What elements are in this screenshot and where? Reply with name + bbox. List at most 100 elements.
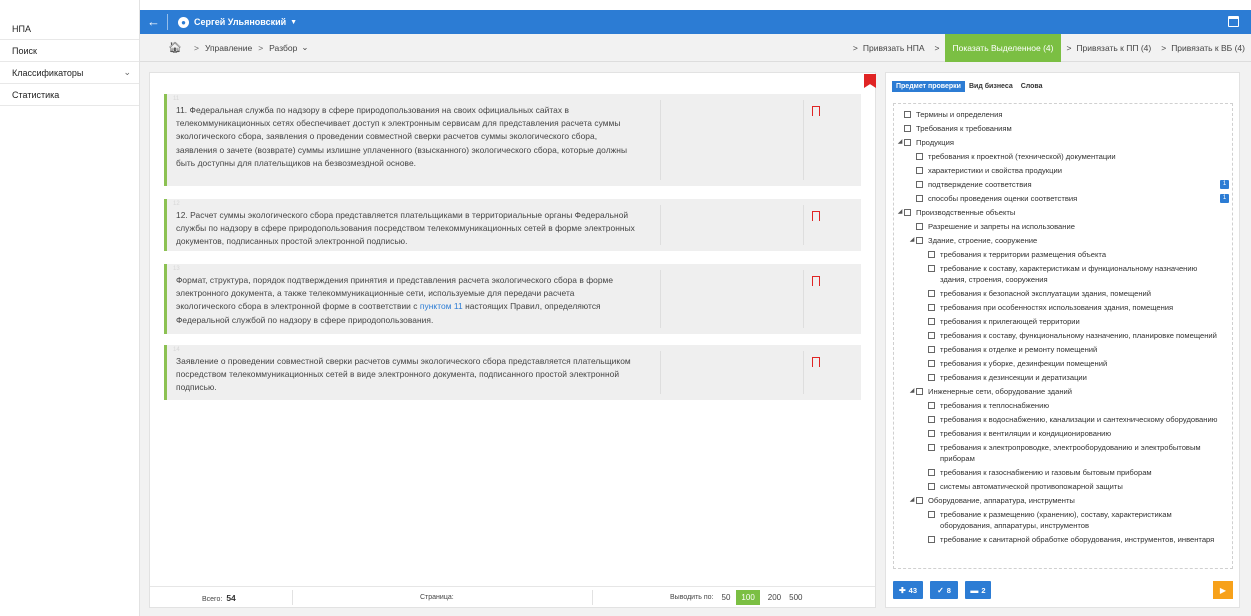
tree-node[interactable]: способы проведения оценки соответствия 1 (894, 192, 1232, 206)
play-icon[interactable]: ▶ (1213, 581, 1233, 599)
tree-node[interactable]: требования к теплоснабжению (894, 399, 1232, 413)
paragraph-item[interactable]: 14 Заявление о проведении совместной све… (164, 345, 861, 400)
tree-node[interactable]: требования к водоснабжению, канализации … (894, 413, 1232, 427)
tree-checkbox[interactable] (928, 536, 935, 543)
sidebar-item-statistics[interactable]: Статистика (0, 84, 139, 106)
sidebar-item-npa[interactable]: НПА (0, 18, 139, 40)
per-page-option-selected[interactable]: 100 (736, 590, 760, 605)
paragraph-item[interactable]: 11 11. Федеральная служба по надзору в с… (164, 94, 861, 186)
tree-checkbox[interactable] (916, 497, 923, 504)
expand-toggle-icon[interactable]: ◢ (896, 207, 904, 218)
tree-node[interactable]: требования к газоснабжению и газовым быт… (894, 466, 1232, 480)
sidebar-item-classifiers[interactable]: Классификаторы ⌄ (0, 62, 139, 84)
tree-node[interactable]: ◢ Продукция (894, 136, 1232, 150)
bookmark-icon[interactable] (812, 106, 820, 116)
bookmark-icon[interactable] (812, 276, 820, 286)
tree-checkbox[interactable] (928, 469, 935, 476)
tree-node[interactable]: требования к отделке и ремонту помещений (894, 343, 1232, 357)
tree-node[interactable]: требования при особенностях использовани… (894, 301, 1232, 315)
tree-node-label: системы автоматической противопожарной з… (940, 482, 1123, 491)
bookmark-icon[interactable] (812, 357, 820, 367)
tree-node[interactable]: требование к размещению (хранению), сост… (894, 508, 1232, 533)
tree-checkbox[interactable] (928, 332, 935, 339)
tree-checkbox[interactable] (928, 483, 935, 490)
tree-node[interactable]: требования к безопасной эксплуатации зда… (894, 287, 1232, 301)
bind-npa-button[interactable]: Привязать НПА (863, 43, 930, 53)
tab-business-type[interactable]: Вид бизнеса (965, 81, 1017, 92)
sidebar-item-search[interactable]: Поиск (0, 40, 139, 62)
tree-checkbox[interactable] (916, 223, 923, 230)
tree-node[interactable]: требование к составу, характеристикам и … (894, 262, 1232, 287)
per-page-option[interactable]: 500 (789, 593, 802, 602)
per-page-option[interactable]: 200 (768, 593, 781, 602)
show-selected-button[interactable]: Показать Выделенное (4) (944, 34, 1062, 62)
tree-node[interactable]: требования к электропроводке, электрообо… (894, 441, 1232, 466)
tree-checkbox[interactable] (904, 209, 911, 216)
tree-checkbox[interactable] (928, 360, 935, 367)
button-count: 8 (946, 585, 951, 595)
tree-node[interactable]: требования к прилегающей территории (894, 315, 1232, 329)
tree-node[interactable]: Разрешение и запреты на использование (894, 220, 1232, 234)
tree-checkbox[interactable] (928, 374, 935, 381)
tree-checkbox[interactable] (928, 430, 935, 437)
back-arrow-icon[interactable]: ← (140, 14, 168, 30)
breadcrumb-item-management[interactable]: Управление (205, 43, 252, 53)
tree-checkbox[interactable] (916, 167, 923, 174)
paragraph-item[interactable]: 12 12. Расчет суммы экологического сбора… (164, 199, 861, 251)
tab-subject[interactable]: Предмет проверки (892, 81, 965, 92)
home-icon[interactable]: 🏠︎ (168, 41, 182, 54)
tree-checkbox[interactable] (928, 251, 935, 258)
tree-node[interactable]: требования к вентиляции и кондиционирова… (894, 427, 1232, 441)
tree-node[interactable]: характеристики и свойства продукции (894, 164, 1232, 178)
tree-checkbox[interactable] (928, 402, 935, 409)
tab-words[interactable]: Слова (1017, 81, 1047, 92)
chevron-down-icon[interactable]: ⌄ (301, 42, 308, 53)
tree-checkbox[interactable] (916, 181, 923, 188)
tree-checkbox[interactable] (916, 237, 923, 244)
tree-node[interactable]: требования к дезинсекции и дератизации (894, 371, 1232, 385)
expand-toggle-icon[interactable]: ◢ (908, 495, 916, 506)
expand-toggle-icon[interactable]: ◢ (908, 386, 916, 397)
tree-checkbox[interactable] (928, 318, 935, 325)
check-count-button[interactable]: ✓ 8 (930, 581, 958, 599)
bind-vb-button[interactable]: Привязать к ВБ (4) (1171, 43, 1251, 53)
tree-node[interactable]: системы автоматической противопожарной з… (894, 480, 1232, 494)
tree-checkbox[interactable] (928, 290, 935, 297)
tree-node[interactable]: требования к территории размещения объек… (894, 248, 1232, 262)
tree-node[interactable]: подтверждение соответствия 1 (894, 178, 1232, 192)
expand-toggle-icon[interactable]: ◢ (896, 137, 904, 148)
tree-checkbox[interactable] (928, 511, 935, 518)
tree-checkbox[interactable] (904, 125, 911, 132)
expand-toggle-icon[interactable]: ◢ (908, 235, 916, 246)
tree-node[interactable]: ◢ Оборудование, аппаратура, инструменты (894, 494, 1232, 508)
tree-checkbox[interactable] (928, 346, 935, 353)
paragraph-link[interactable]: пунктом 11 (420, 301, 463, 311)
tree-checkbox[interactable] (916, 195, 923, 202)
tree-checkbox[interactable] (916, 388, 923, 395)
tree-checkbox[interactable] (928, 265, 935, 272)
paragraph-item[interactable]: 13 Формат, структура, порядок подтвержде… (164, 264, 861, 334)
tree-node[interactable]: требование к санитарной обработке оборуд… (894, 533, 1232, 547)
tree-node[interactable]: ◢ Здание, строение, сооружение (894, 234, 1232, 248)
briefcase-count-button[interactable]: ▬ 2 (965, 581, 991, 599)
tree-node[interactable]: ◢ Производственные объекты (894, 206, 1232, 220)
bookmark-icon[interactable] (812, 211, 820, 221)
tree-node[interactable]: требования к проектной (технической) док… (894, 150, 1232, 164)
user-menu[interactable]: ● Сергей Ульяновский ▼ (178, 16, 297, 28)
tree-node[interactable]: Термины и определения (894, 108, 1232, 122)
tree-checkbox[interactable] (928, 416, 935, 423)
puzzle-count-button[interactable]: ✚ 43 (893, 581, 923, 599)
tree-node[interactable]: Требования к требованиям (894, 122, 1232, 136)
tree-checkbox[interactable] (904, 111, 911, 118)
tree-checkbox[interactable] (916, 153, 923, 160)
tree-checkbox[interactable] (928, 444, 935, 451)
tree-checkbox[interactable] (928, 304, 935, 311)
bind-pp-button[interactable]: Привязать к ПП (4) (1076, 43, 1156, 53)
tree-checkbox[interactable] (904, 139, 911, 146)
per-page-option[interactable]: 50 (722, 593, 731, 602)
tree-node[interactable]: требования к уборке, дезинфекции помещен… (894, 357, 1232, 371)
window-icon[interactable] (1228, 16, 1239, 27)
tree-node[interactable]: требования к составу, функциональному на… (894, 329, 1232, 343)
breadcrumb-item-analysis[interactable]: Разбор (269, 43, 297, 53)
tree-node[interactable]: ◢ Инженерные сети, оборудование зданий (894, 385, 1232, 399)
